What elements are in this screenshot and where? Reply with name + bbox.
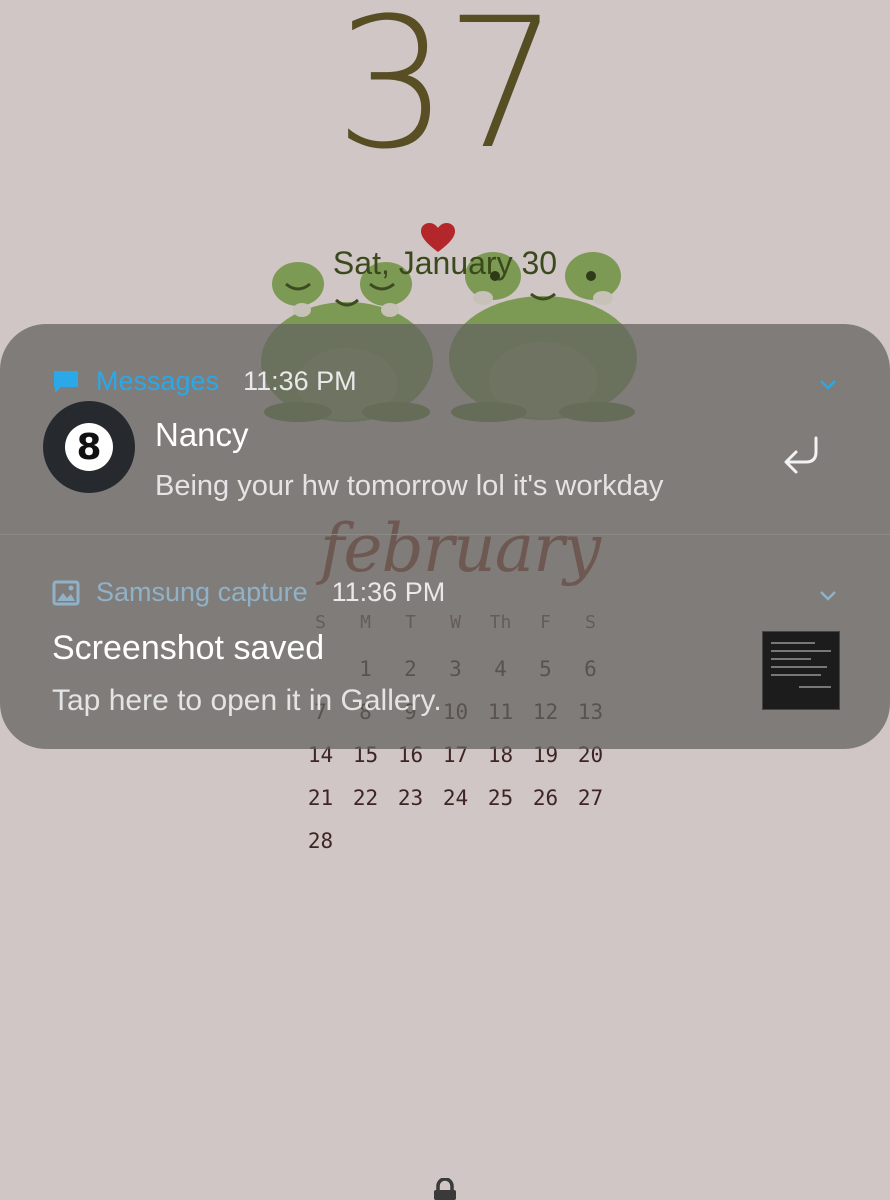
clock: 37 xyxy=(0,0,890,175)
calendar-day: 25 xyxy=(487,786,514,810)
lockscreen-date: Sat, January 30 xyxy=(332,245,558,281)
messages-header: Messages 11:36 PM xyxy=(52,366,357,397)
notification-time: 11:36 PM xyxy=(243,366,357,396)
calendar-day: 26 xyxy=(532,786,559,810)
notification-title[interactable]: Screenshot saved xyxy=(52,629,324,668)
gallery-icon xyxy=(52,580,80,605)
notification-sender[interactable]: Nancy xyxy=(155,416,249,454)
notification-divider xyxy=(0,534,890,535)
chevron-down-icon[interactable] xyxy=(818,589,838,603)
notification-panel: Messages 11:36 PM 8 Nancy Being your hw … xyxy=(0,324,890,749)
calendar-day: 22 xyxy=(352,786,379,810)
app-name-samsung-capture: Samsung capture xyxy=(96,577,308,607)
calendar-day: 28 xyxy=(307,829,334,853)
calendar-day: 21 xyxy=(307,786,334,810)
notification-time: 11:36 PM xyxy=(331,577,446,607)
calendar-day: 23 xyxy=(397,786,424,810)
avatar: 8 xyxy=(43,401,135,493)
capture-header: Samsung capture 11:36 PM xyxy=(52,577,445,608)
notification-message[interactable]: Being your hw tomorrow lol it's workday xyxy=(155,470,663,503)
calendar-day: 27 xyxy=(577,786,604,810)
calendar-day: 24 xyxy=(442,786,469,810)
eight-ball-icon: 8 xyxy=(65,423,113,471)
message-icon xyxy=(54,370,78,393)
notification-subtitle[interactable]: Tap here to open it in Gallery. xyxy=(52,684,442,718)
reply-icon[interactable] xyxy=(780,436,824,476)
chevron-down-icon[interactable] xyxy=(818,378,838,392)
screenshot-thumbnail[interactable] xyxy=(762,631,840,710)
lock-icon[interactable] xyxy=(431,1178,459,1200)
app-name-messages: Messages xyxy=(96,366,220,396)
